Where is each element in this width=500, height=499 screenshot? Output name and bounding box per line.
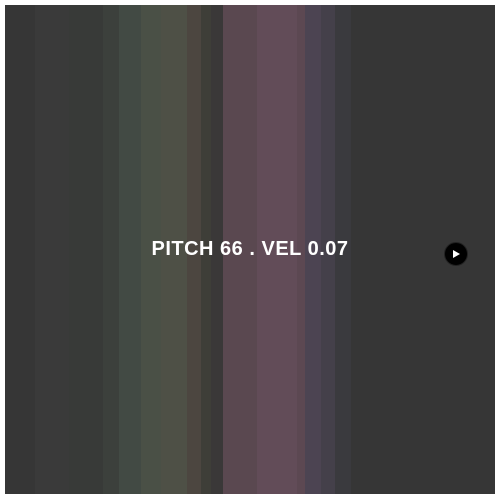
visualizer-canvas: PITCH 66 . VEL 0.07 <box>5 5 495 494</box>
play-icon <box>451 249 461 259</box>
pitch-velocity-readout: PITCH 66 . VEL 0.07 <box>151 238 349 260</box>
play-button[interactable] <box>444 242 468 266</box>
